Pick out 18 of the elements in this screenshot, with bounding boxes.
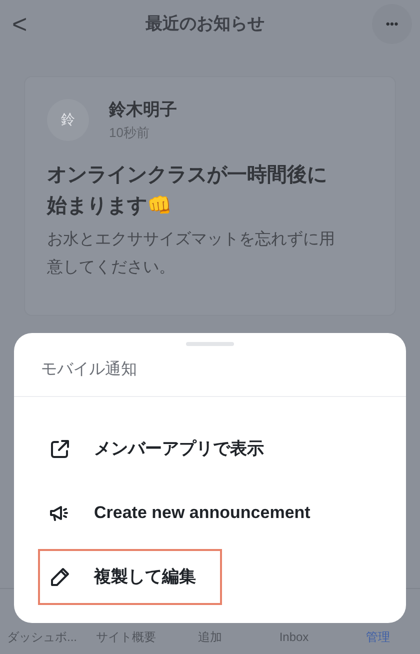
menu-item[interactable]: メンバーアプリで表示: [38, 421, 378, 477]
external-link-icon: [48, 437, 72, 461]
back-button[interactable]: <: [8, 4, 38, 44]
pencil-icon: [48, 565, 72, 589]
tab-item[interactable]: Inbox: [252, 628, 336, 646]
menu-item[interactable]: 複製して編集: [38, 549, 222, 605]
menu-item[interactable]: Create new announcement: [38, 485, 378, 541]
page-title: 最近のお知らせ: [146, 13, 264, 36]
more-button[interactable]: •••: [372, 4, 412, 44]
tab-item[interactable]: サイト概要: [84, 628, 168, 646]
tab-item[interactable]: 追加: [168, 628, 252, 646]
tab-item[interactable]: 管理: [336, 628, 420, 646]
avatar: 鈴: [47, 98, 89, 140]
tab-item[interactable]: ダッシュボ...: [0, 628, 84, 646]
author-name: 鈴木明子: [109, 99, 177, 121]
sheet-title: モバイル通知: [41, 360, 138, 380]
announcement-title: オンラインクラスが一時間後に始まります👊: [47, 163, 328, 219]
announcement-body: お水とエクササイズマットを忘れずに用意してください。: [47, 229, 336, 278]
